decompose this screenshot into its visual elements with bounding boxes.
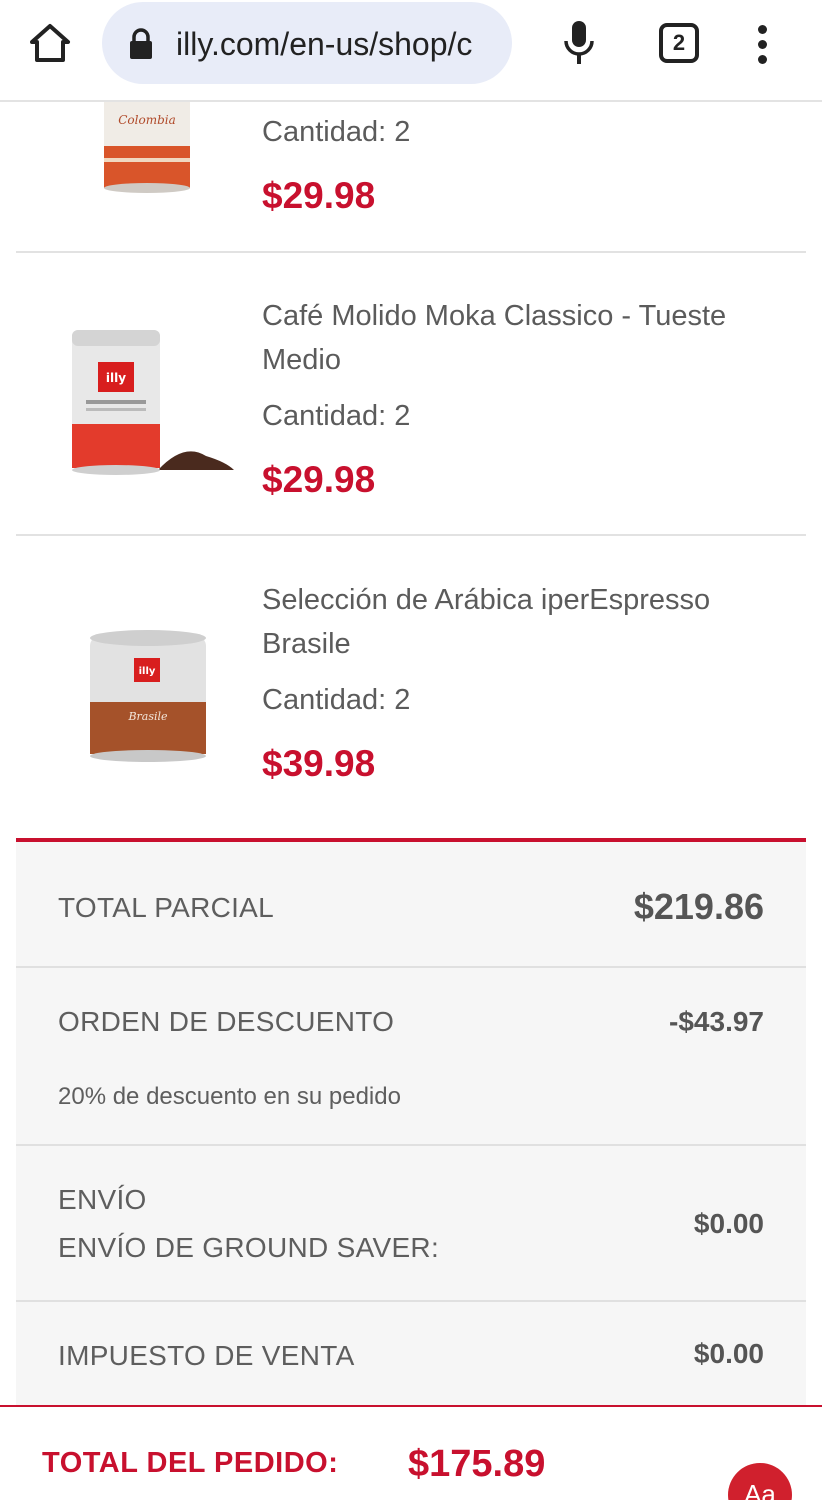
url-text: illy.com/en-us/shop/c — [176, 26, 473, 62]
svg-text:Brasile: Brasile — [127, 710, 168, 723]
microphone-icon — [564, 21, 594, 64]
discount-note: 20% de descuento en su pedido — [58, 1083, 401, 1110]
can-iperespresso-brasile-icon[interactable]: illy Brasile — [86, 628, 210, 764]
order-total-label: TOTAL DEL PEDIDO: — [42, 1447, 339, 1479]
shipping-value: $0.00 — [693, 1208, 764, 1239]
accessibility-label: Aa — [744, 1479, 776, 1500]
order-total-bar: TOTAL DEL PEDIDO: $175.89 Aa — [0, 1405, 822, 1500]
order-summary: TOTAL PARCIAL $219.86 ORDEN DE DESCUENTO… — [16, 838, 806, 1406]
shipping-label: ENVÍO — [58, 1184, 147, 1215]
lock-icon — [130, 28, 152, 59]
svg-text:illy: illy — [106, 371, 126, 385]
subtotal-value: $219.86 — [633, 886, 764, 927]
item-price: $39.98 — [262, 743, 376, 784]
subtotal-label: TOTAL PARCIAL — [58, 892, 275, 923]
home-icon — [30, 24, 70, 62]
item-divider — [16, 251, 806, 253]
item-divider — [16, 534, 806, 536]
address-bar[interactable]: illy.com/en-us/shop/c — [102, 2, 512, 84]
tax-value: $0.00 — [693, 1338, 764, 1369]
summary-divider — [16, 1144, 806, 1146]
browser-toolbar: illy.com/en-us/shop/c 2 — [0, 0, 822, 102]
tax-label: IMPUESTO DE VENTA — [58, 1340, 355, 1371]
tab-switcher-button[interactable]: 2 — [659, 23, 699, 63]
more-vert-icon — [757, 24, 767, 34]
accessibility-button[interactable]: Aa — [728, 1463, 792, 1500]
home-button[interactable] — [22, 18, 78, 68]
discount-value: -$43.97 — [669, 1006, 764, 1037]
svg-text:Colombia: Colombia — [118, 113, 176, 127]
discount-label: ORDEN DE DESCUENTO — [58, 1006, 395, 1037]
summary-divider — [16, 966, 806, 968]
svg-text:illy: illy — [139, 666, 156, 677]
can-moka-classico-icon[interactable]: illy — [66, 324, 238, 476]
tab-count: 2 — [672, 30, 686, 55]
order-total-value: $175.89 — [408, 1443, 546, 1485]
voice-search-button[interactable] — [552, 16, 606, 70]
more-options-button[interactable] — [742, 14, 782, 74]
item-quantity: Cantidad: 2 — [262, 400, 411, 432]
item-name[interactable]: Selección de Arábica iperEspresso Brasil… — [262, 578, 772, 666]
can-colombia-icon: Colombia — [104, 102, 190, 193]
shipping-method: ENVÍO DE GROUND SAVER: — [58, 1232, 440, 1263]
item-price: $29.98 — [262, 459, 376, 500]
summary-divider — [16, 1300, 806, 1302]
item-quantity: Cantidad: 2 — [262, 684, 411, 716]
item-quantity: Cantidad: 2 — [262, 116, 411, 148]
item-name[interactable]: Café Molido Moka Classico - Tueste Medio — [262, 294, 772, 382]
item-price: $29.98 — [262, 175, 376, 216]
